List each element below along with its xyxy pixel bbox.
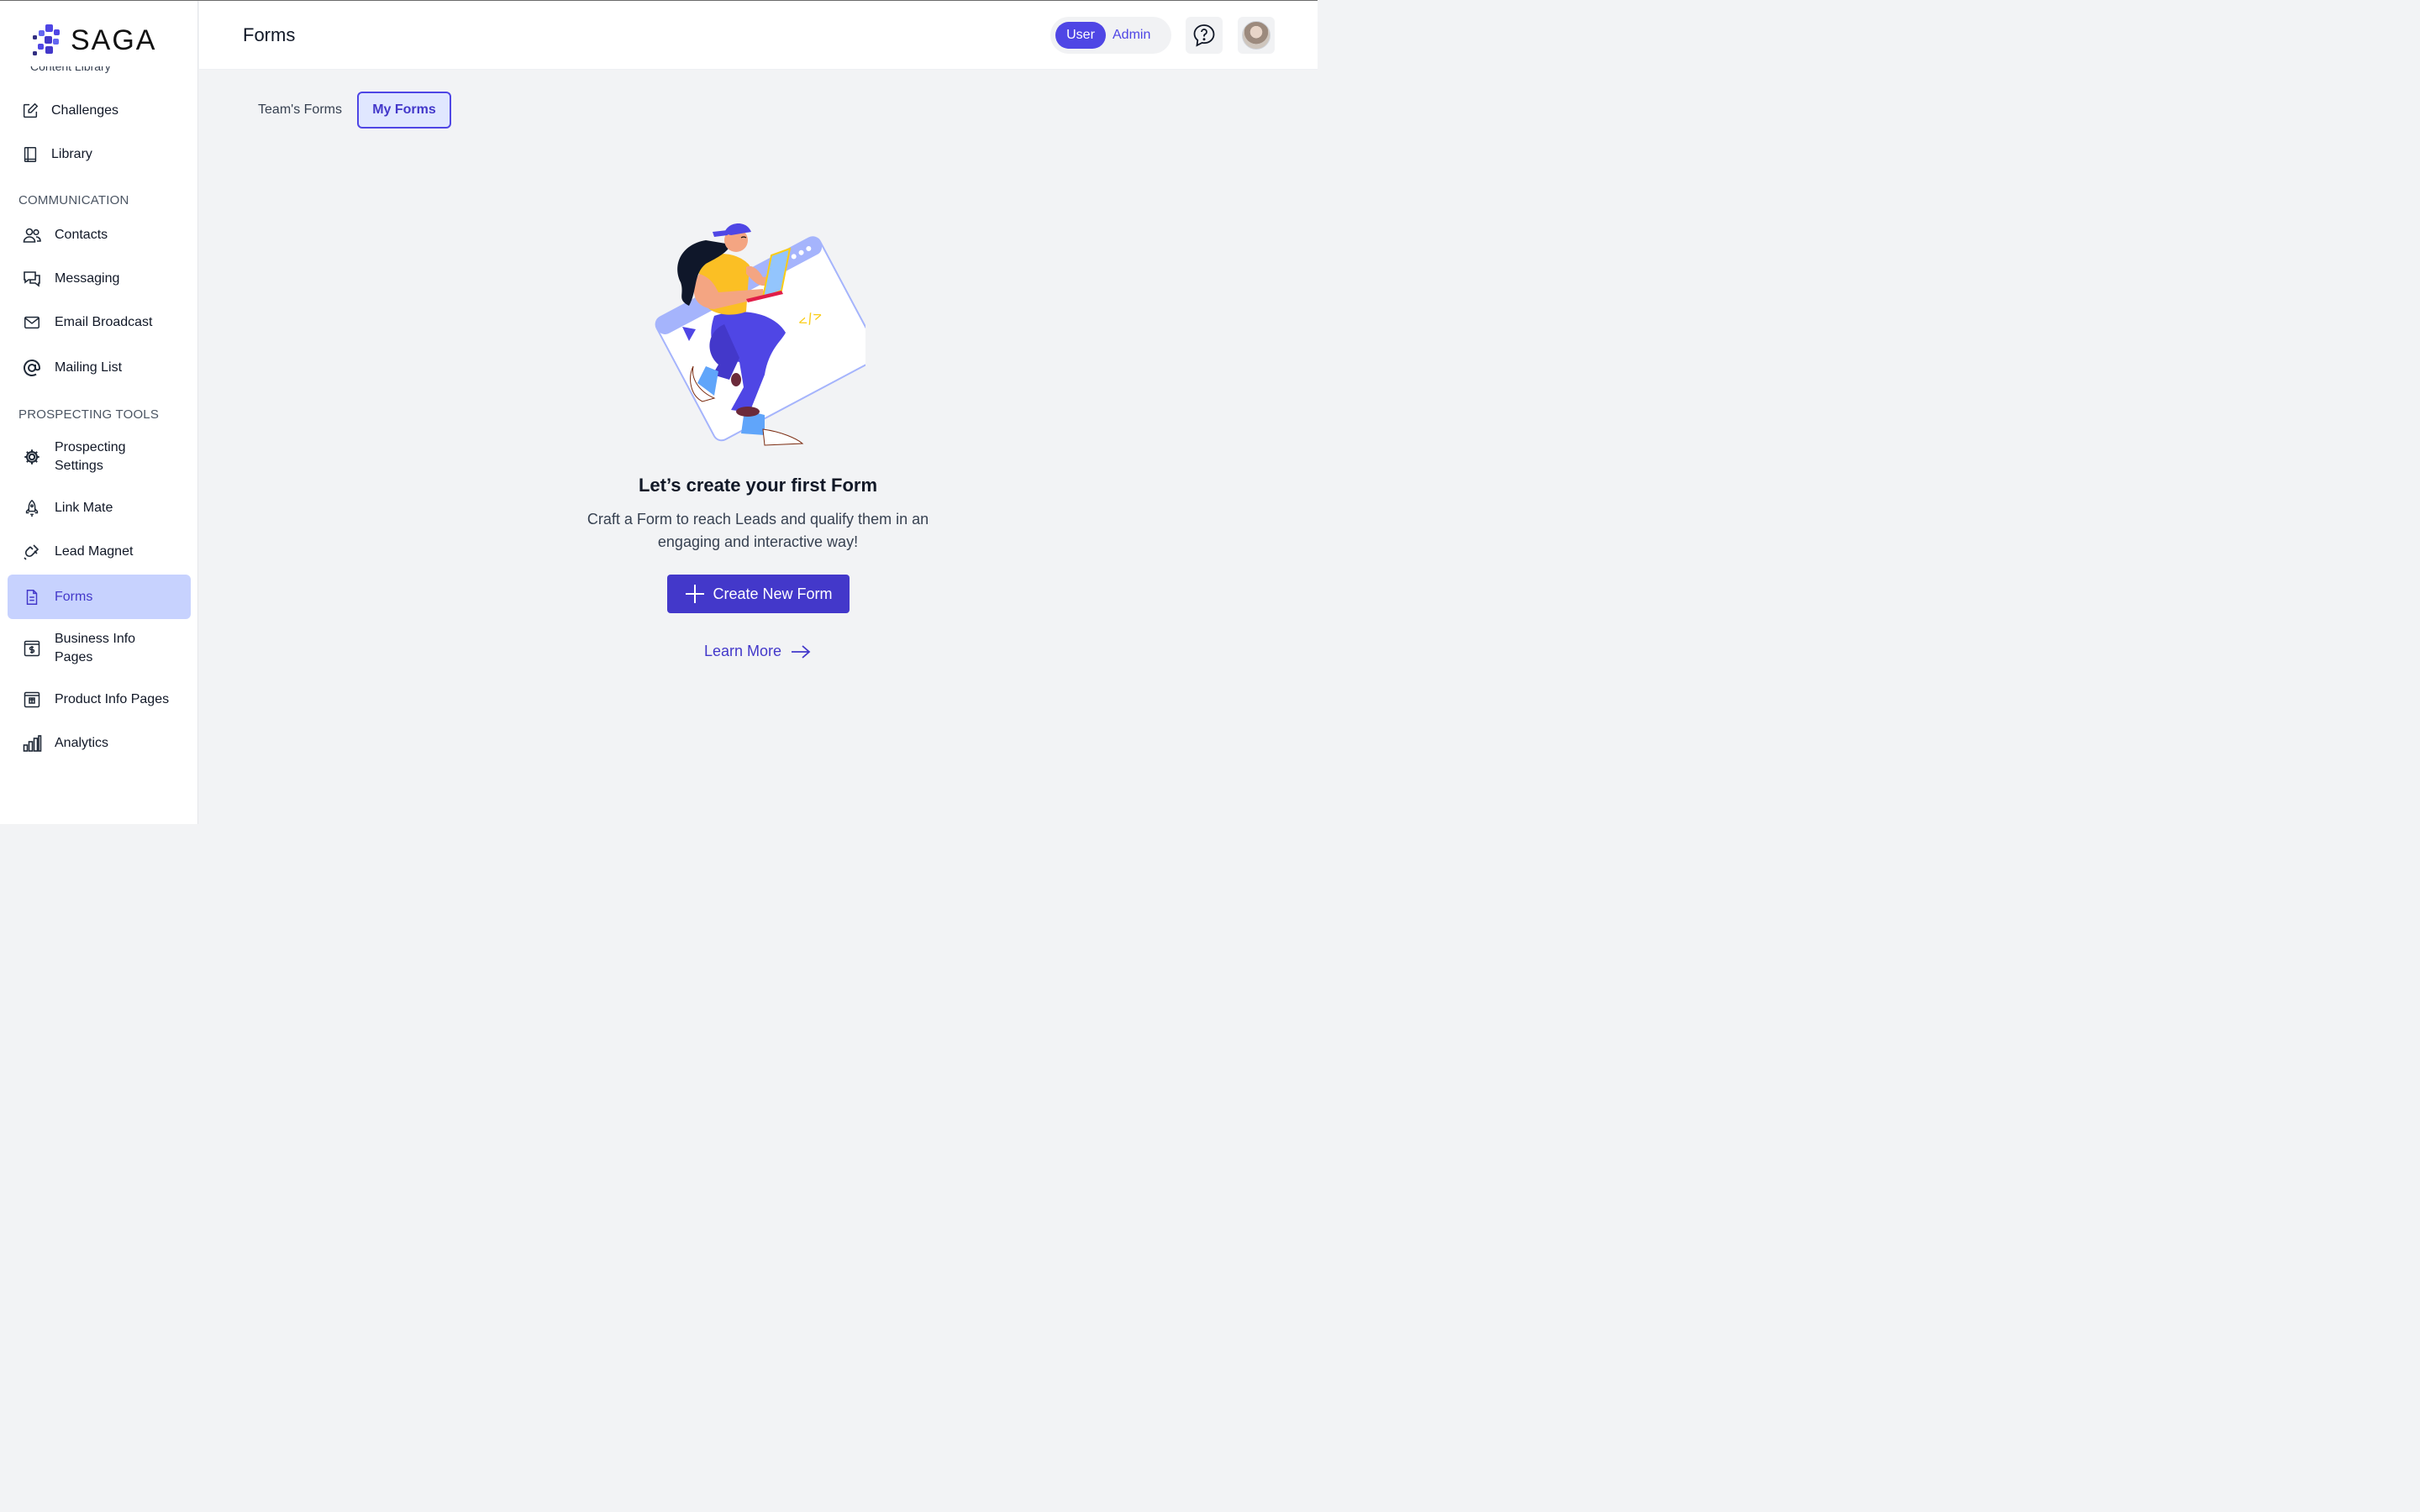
sidebar-item-label: Challenges [51, 103, 119, 118]
sidebar-item-challenges[interactable]: Challenges [8, 95, 191, 127]
document-icon [21, 586, 43, 608]
sidebar-item-product-info-pages[interactable]: Product Info Pages [8, 684, 191, 716]
sidebar-item-contacts[interactable]: Contacts [8, 219, 191, 251]
sidebar-item-analytics[interactable]: Analytics [8, 727, 191, 759]
sidebar-item-label: Analytics [55, 736, 109, 750]
gear-icon [21, 446, 43, 468]
sidebar-item-label: Contacts [55, 228, 108, 242]
sidebar-item-label: Mailing List [55, 360, 123, 375]
envelope-icon [21, 312, 43, 333]
magnet-icon [21, 541, 43, 563]
empty-state-description: Craft a Form to reach Leads and qualify … [587, 511, 929, 550]
sidebar-item-label: Library [51, 147, 92, 161]
dollar-page-icon [21, 638, 43, 659]
book-icon [19, 144, 41, 165]
avatar [1242, 21, 1270, 50]
sidebar-item-label: Email Broadcast [55, 315, 153, 329]
scrolled-item-fragment: Content Library [30, 66, 111, 73]
sidebar-item-forms[interactable]: Forms [8, 575, 191, 619]
sidebar-item-label: Forms [55, 589, 93, 604]
sidebar-item-email-broadcast[interactable]: Email Broadcast [8, 307, 191, 339]
at-sign-icon [21, 357, 43, 379]
role-user-option[interactable]: User [1055, 22, 1106, 49]
sidebar-item-lead-magnet[interactable]: Lead Magnet [8, 536, 191, 568]
empty-state-illustration: </> [655, 223, 865, 446]
arrow-right-icon [792, 644, 811, 659]
create-new-form-button[interactable]: Create New Form [667, 575, 850, 613]
brand-name: SAGA [71, 24, 157, 56]
users-icon [21, 224, 43, 246]
bar-chart-icon [21, 732, 43, 754]
page-title: Forms [243, 24, 296, 45]
sidebar-item-label: Lead Magnet [55, 544, 134, 559]
help-chat-icon [1193, 24, 1215, 47]
create-new-form-label: Create New Form [713, 585, 833, 602]
sidebar-item-label: Prospecting Settings [55, 440, 126, 473]
sidebar-item-label: Business Info Pages [55, 632, 136, 664]
sidebar-item-label: Product Info Pages [55, 692, 170, 706]
saga-logo[interactable]: SAGA [30, 23, 156, 58]
section-title-prospecting-tools: PROSPECTING TOOLS [18, 407, 160, 422]
top-header: Forms User Admin [199, 1, 1318, 70]
role-toggle[interactable]: User Admin [1050, 17, 1171, 54]
edit-square-icon [19, 100, 41, 122]
sidebar-item-label: Messaging [55, 271, 120, 286]
user-avatar-button[interactable] [1238, 17, 1275, 54]
sidebar-item-business-info-pages[interactable]: Business Info Pages [8, 629, 191, 668]
sidebar-item-prospecting-settings[interactable]: Prospecting Settings [8, 438, 191, 476]
help-button[interactable] [1186, 17, 1223, 54]
rocket-icon [21, 497, 43, 519]
sidebar-item-link-mate[interactable]: Link Mate [8, 492, 191, 524]
sidebar-item-messaging[interactable]: Messaging [8, 263, 191, 295]
saga-logo-mark-icon [33, 24, 60, 55]
learn-more-link[interactable]: Learn More [704, 643, 812, 660]
sidebar-item-label: Link Mate [55, 501, 113, 515]
sidebar-item-mailing-list[interactable]: Mailing List [8, 352, 191, 384]
section-title-communication: COMMUNICATION [18, 193, 129, 207]
tab-teams-forms[interactable]: Team's Forms [252, 92, 348, 129]
empty-state-title: Let’s create your first Form [638, 475, 878, 496]
learn-more-label: Learn More [704, 643, 782, 659]
sidebar: SAGA Content Library Challenges Library … [0, 1, 198, 824]
chat-bubbles-icon [21, 268, 43, 290]
plus-icon [686, 585, 705, 603]
role-admin-option[interactable]: Admin [1113, 28, 1150, 43]
sidebar-item-library[interactable]: Library [8, 139, 191, 171]
tab-my-forms[interactable]: My Forms [357, 92, 451, 129]
product-page-icon [21, 689, 43, 711]
